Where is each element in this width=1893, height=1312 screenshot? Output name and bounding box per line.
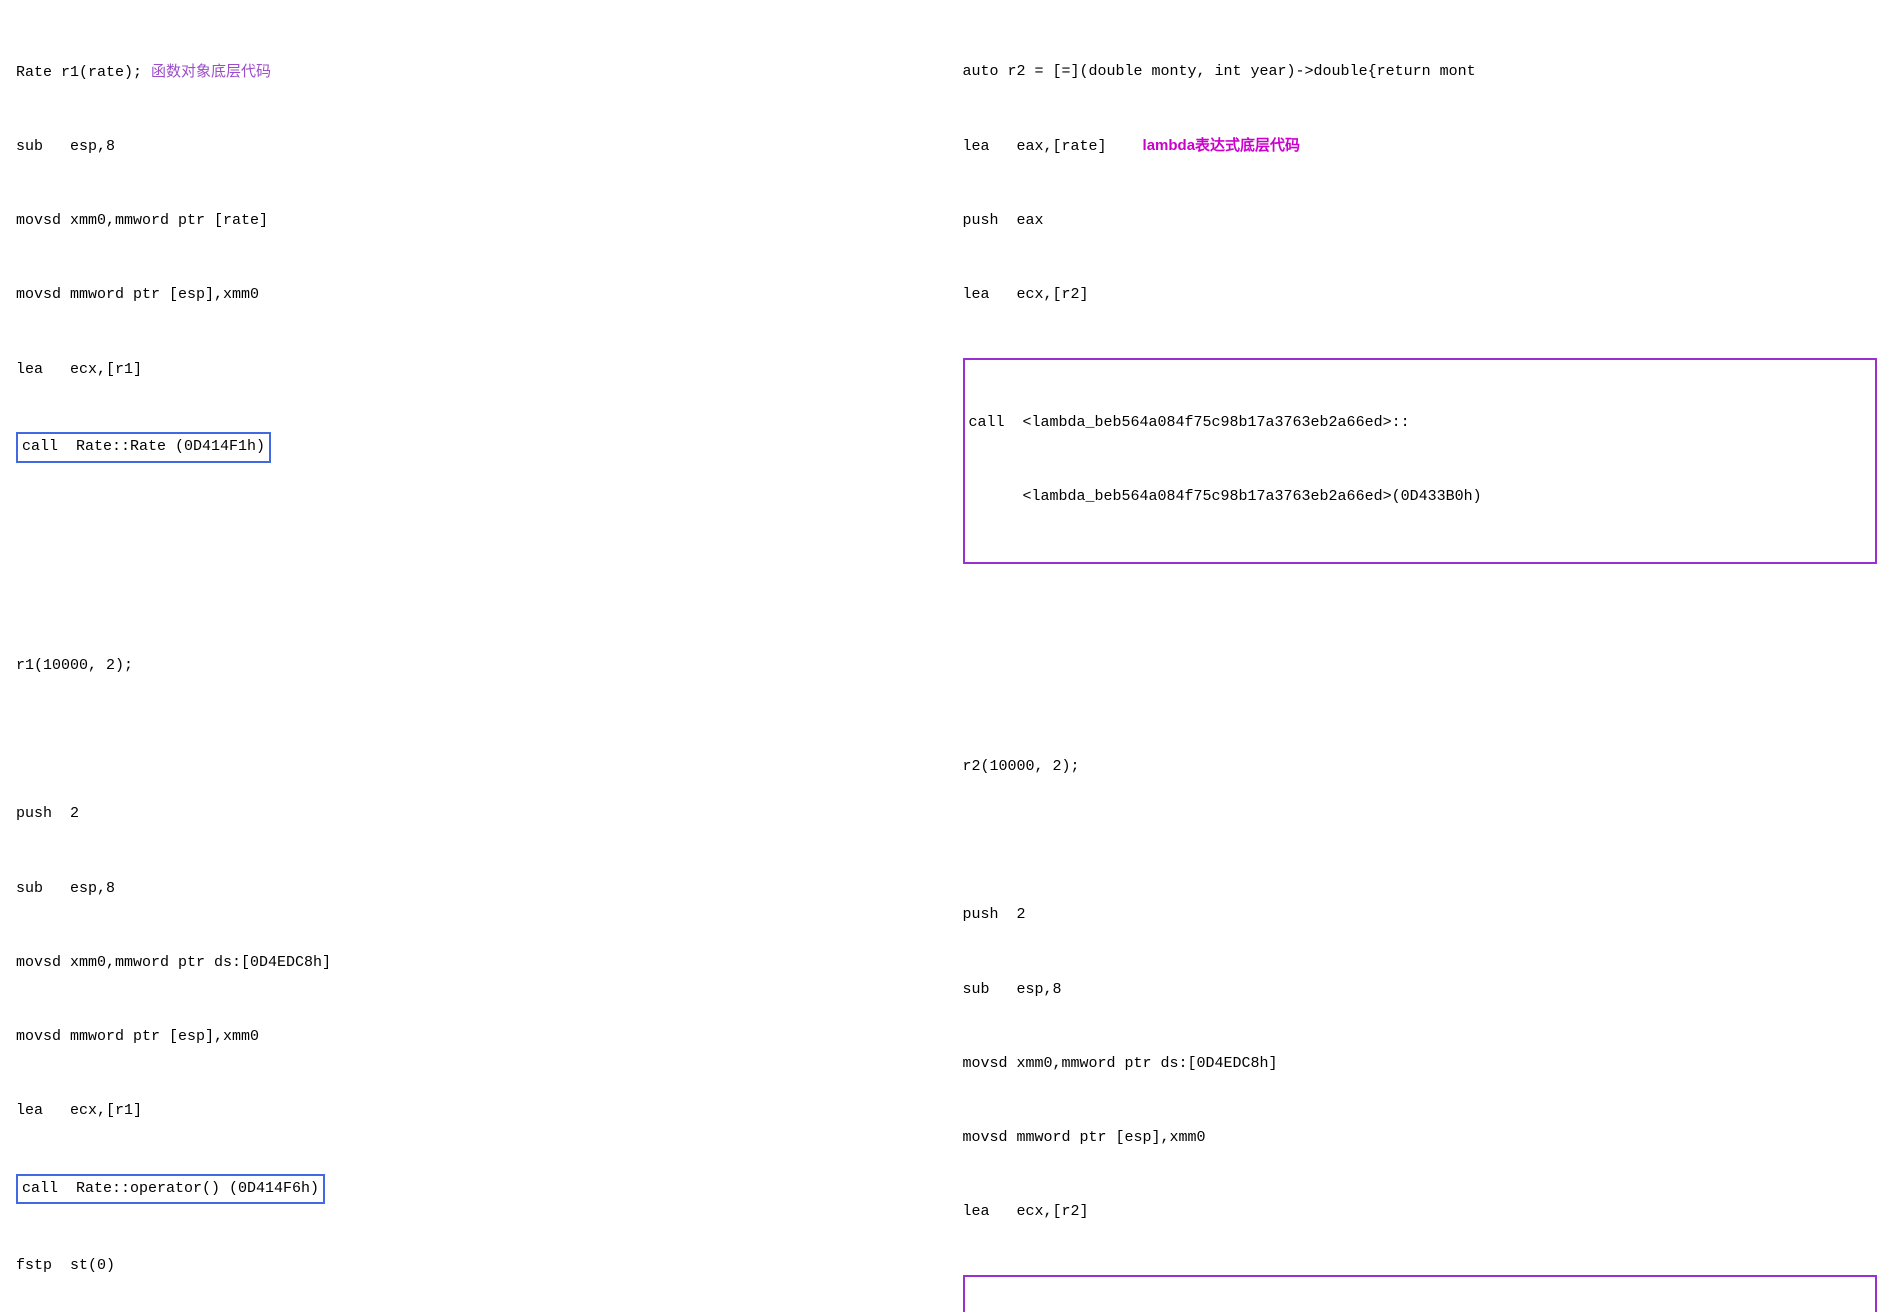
main-container: Rate r1(rate); 函数对象底层代码 sub esp,8 movsd … (16, 10, 1877, 1312)
section1-label: 函数对象底层代码 (151, 63, 271, 80)
call-lambda-box1: call <lambda_beb564a084f75c98b17a3763eb2… (963, 358, 1878, 564)
code-line (16, 580, 931, 605)
left-section1: Rate r1(rate); 函数对象底层代码 sub esp,8 movsd … (16, 10, 931, 512)
call-rate-operator: call Rate::operator() (0D414F6h) (16, 1174, 325, 1205)
right-section1: auto r2 = [=](double monty, int year)->d… (963, 10, 1878, 613)
code-line (963, 681, 1878, 706)
left-column: Rate r1(rate); 函数对象底层代码 sub esp,8 movsd … (16, 10, 931, 1312)
code-line: lea eax,[rate] lambda表达式底层代码 (963, 134, 1878, 160)
call-lambda-box2: call <lambda_beb564a084f75c98b17a3763eb2… (963, 1275, 1878, 1312)
code-text: Rate r1(rate); (16, 64, 151, 81)
code-line: r2(10000, 2); (963, 755, 1878, 780)
code-line: lea ecx,[r1] (16, 358, 931, 383)
code-line: sub esp,8 (16, 135, 931, 160)
code-line: movsd xmm0,mmword ptr [rate] (16, 209, 931, 234)
code-line: Rate r1(rate); 函数对象底层代码 (16, 60, 931, 86)
code-line: push eax (963, 209, 1878, 234)
code-line (963, 829, 1878, 854)
code-line: fstp st(0) (16, 1254, 931, 1279)
left-section2: r1(10000, 2); push 2 sub esp,8 movsd xmm… (16, 530, 931, 1312)
code-line: push 2 (16, 802, 931, 827)
code-line: lea ecx,[r1] (16, 1099, 931, 1124)
code-line: auto r2 = [=](double monty, int year)->d… (963, 60, 1878, 85)
code-line: movsd xmm0,mmword ptr ds:[0D4EDC8h] (963, 1052, 1878, 1077)
code-line: push 2 (963, 903, 1878, 928)
call-rate-rate: call Rate::Rate (0D414F1h) (16, 432, 271, 463)
code-line: <lambda_beb564a084f75c98b17a3763eb2a66ed… (969, 485, 1872, 510)
right-section2: r2(10000, 2); push 2 sub esp,8 movsd xmm… (963, 631, 1878, 1312)
code-line: call <lambda_beb564a084f75c98b17a3763eb2… (969, 411, 1872, 436)
code-line: sub esp,8 (16, 877, 931, 902)
code-line: movsd mmword ptr [esp],xmm0 (16, 1025, 931, 1050)
code-line: movsd mmword ptr [esp],xmm0 (963, 1126, 1878, 1151)
right-column: auto r2 = [=](double monty, int year)->d… (963, 10, 1878, 1312)
code-line: sub esp,8 (963, 978, 1878, 1003)
code-line (16, 728, 931, 753)
code-line: lea ecx,[r2] (963, 283, 1878, 308)
code-line: movsd xmm0,mmword ptr ds:[0D4EDC8h] (16, 951, 931, 976)
code-line-boxed: call Rate::Rate (0D414F1h) (16, 432, 931, 463)
code-line: r1(10000, 2); (16, 654, 931, 679)
code-line-boxed: call Rate::operator() (0D414F6h) (16, 1174, 931, 1205)
code-line: movsd mmword ptr [esp],xmm0 (16, 283, 931, 308)
lambda-label: lambda表达式底层代码 (1143, 137, 1301, 154)
code-text: lea eax,[rate] (963, 138, 1143, 155)
code-line: lea ecx,[r2] (963, 1200, 1878, 1225)
